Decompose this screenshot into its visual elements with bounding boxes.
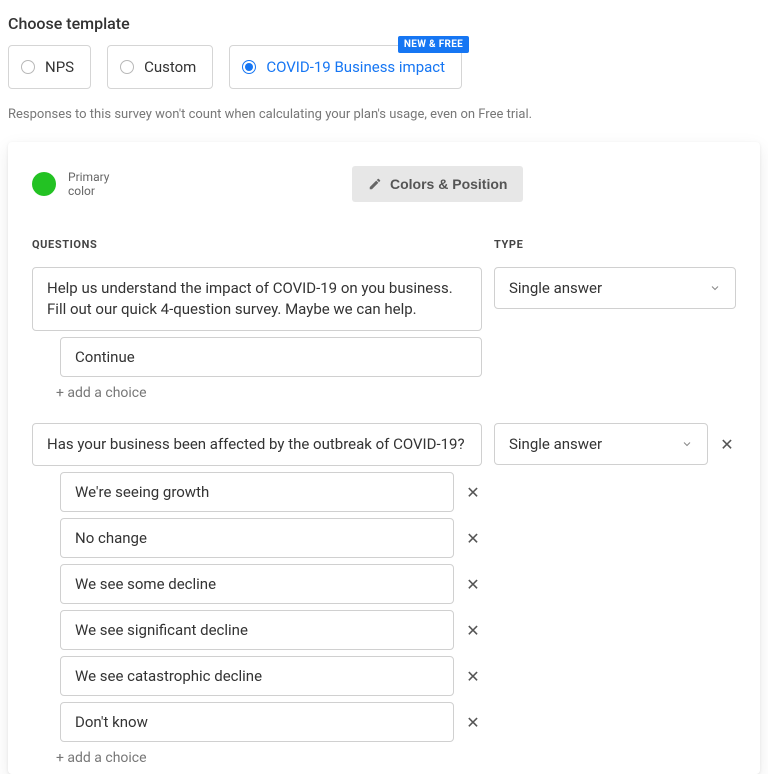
radio-icon	[242, 60, 256, 74]
questions-header: QUESTIONS	[32, 238, 482, 251]
question-text-input[interactable]: Has your business been affected by the o…	[32, 423, 482, 466]
radio-icon	[21, 60, 35, 74]
choice-row: We're seeing growth ✕	[32, 472, 482, 512]
remove-choice-button[interactable]: ✕	[464, 713, 482, 732]
question-block: Help us understand the impact of COVID-1…	[32, 267, 736, 401]
colors-position-button[interactable]: Colors & Position	[352, 166, 523, 202]
template-option-custom[interactable]: Custom	[107, 45, 213, 89]
choice-row: Don't know ✕	[32, 702, 482, 742]
choice-input[interactable]: No change	[60, 518, 454, 558]
question-block: Has your business been affected by the o…	[32, 423, 736, 766]
add-choice-link[interactable]: + add a choice	[56, 385, 147, 401]
question-text-input[interactable]: Help us understand the impact of COVID-1…	[32, 267, 482, 331]
template-label: NPS	[45, 58, 74, 76]
template-label: Custom	[144, 58, 196, 76]
choice-input[interactable]: Continue	[60, 337, 482, 377]
colors-position-label: Colors & Position	[390, 176, 507, 192]
usage-note: Responses to this survey won't count whe…	[8, 107, 760, 122]
primary-color-swatch[interactable]	[32, 172, 56, 196]
chevron-down-icon	[681, 438, 693, 450]
add-choice-link[interactable]: + add a choice	[56, 750, 147, 766]
radio-icon	[120, 60, 134, 74]
choice-row: We see some decline ✕	[32, 564, 482, 604]
survey-editor-card: Primary color Colors & Position QUESTION…	[8, 142, 760, 774]
type-select-value: Single answer	[509, 279, 602, 297]
remove-question-button[interactable]: ✕	[718, 435, 736, 454]
remove-choice-button[interactable]: ✕	[464, 483, 482, 502]
type-select[interactable]: Single answer	[494, 267, 736, 309]
remove-choice-button[interactable]: ✕	[464, 575, 482, 594]
template-label: COVID-19 Business impact	[266, 58, 445, 76]
choice-row: We see significant decline ✕	[32, 610, 482, 650]
choice-input[interactable]: Don't know	[60, 702, 454, 742]
template-option-covid[interactable]: COVID-19 Business impact NEW & FREE	[229, 45, 462, 89]
template-option-nps[interactable]: NPS	[8, 45, 91, 89]
template-options: NPS Custom COVID-19 Business impact NEW …	[8, 45, 760, 89]
type-select-value: Single answer	[509, 435, 602, 453]
chevron-down-icon	[709, 282, 721, 294]
primary-color-label: Primary color	[68, 170, 128, 199]
choice-input[interactable]: We see catastrophic decline	[60, 656, 454, 696]
choice-input[interactable]: We see significant decline	[60, 610, 454, 650]
pencil-icon	[368, 177, 382, 191]
choice-row: We see catastrophic decline ✕	[32, 656, 482, 696]
remove-choice-button[interactable]: ✕	[464, 667, 482, 686]
page-title: Choose template	[8, 14, 760, 33]
choice-input[interactable]: We're seeing growth	[60, 472, 454, 512]
choice-row: Continue	[32, 337, 482, 377]
choice-input[interactable]: We see some decline	[60, 564, 454, 604]
choice-row: No change ✕	[32, 518, 482, 558]
remove-choice-button[interactable]: ✕	[464, 529, 482, 548]
type-header: TYPE	[494, 238, 736, 251]
remove-choice-button[interactable]: ✕	[464, 621, 482, 640]
new-free-badge: NEW & FREE	[398, 36, 469, 53]
type-select[interactable]: Single answer	[494, 423, 708, 465]
